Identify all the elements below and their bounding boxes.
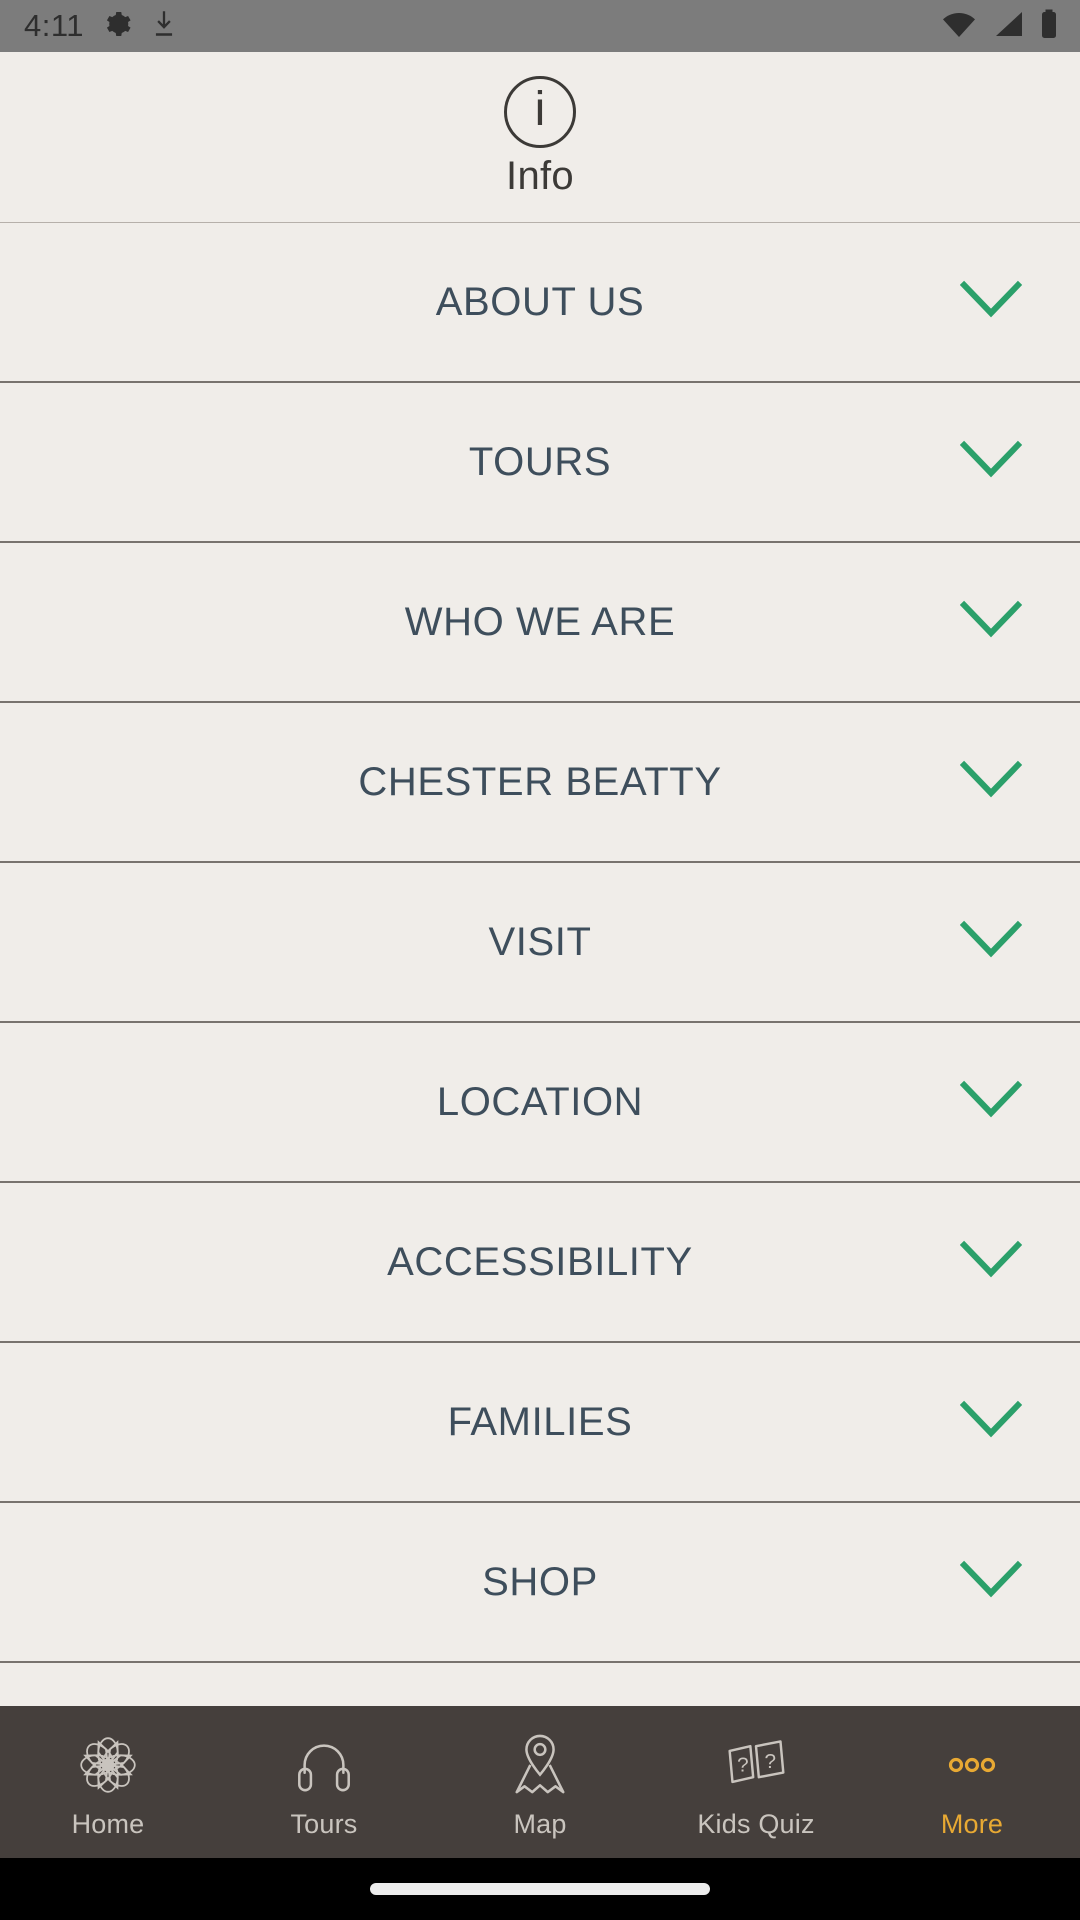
chevron-down-icon[interactable] xyxy=(959,1240,1023,1285)
accordion-row[interactable]: VISIT xyxy=(0,863,1080,1023)
nav-item-label: Tours xyxy=(290,1808,358,1839)
chevron-down-icon[interactable] xyxy=(959,1080,1023,1125)
chevron-down-icon[interactable] xyxy=(959,280,1023,325)
download-icon xyxy=(150,9,178,44)
chevron-down-icon[interactable] xyxy=(959,600,1023,645)
status-bar-right xyxy=(942,9,1058,44)
status-bar-left: 4:11 xyxy=(24,8,178,44)
nav-item-home[interactable]: Home xyxy=(0,1706,216,1858)
accordion-row[interactable]: LOCATION xyxy=(0,1023,1080,1183)
info-accordion-list: ABOUT US TOURS WHO WE ARE CHESTER BEATTY VIS… xyxy=(0,222,1080,1706)
accordion-row[interactable]: TOURS xyxy=(0,383,1080,543)
accordion-row[interactable]: WHO WE ARE xyxy=(0,543,1080,703)
gesture-bar xyxy=(0,1858,1080,1920)
wifi-icon xyxy=(942,10,976,43)
svg-text:?: ? xyxy=(764,1749,776,1772)
nav-item-kids-quiz[interactable]: ?? Kids Quiz xyxy=(648,1706,864,1858)
accordion-row-label: VISIT xyxy=(488,919,592,964)
accordion-row-label: TOURS xyxy=(468,439,612,484)
accordion-row-label: SHOP xyxy=(482,1559,598,1604)
accordion-row-label: ACCESSIBILITY xyxy=(387,1239,693,1284)
page-title: Info xyxy=(506,153,574,198)
svg-text:?: ? xyxy=(737,1753,749,1776)
info-circle-icon: i xyxy=(504,75,576,148)
nav-item-label: Map xyxy=(513,1808,567,1839)
rosette-flower-icon xyxy=(75,1731,141,1799)
accordion-row-label: ABOUT US xyxy=(435,279,645,324)
page-header: i Info xyxy=(0,52,1080,232)
chevron-down-icon[interactable] xyxy=(959,760,1023,805)
accordion-row[interactable]: CHESTER BEATTY xyxy=(0,703,1080,863)
chevron-down-icon[interactable] xyxy=(959,1560,1023,1605)
info-icon-glyph: i xyxy=(534,82,546,136)
chevron-down-icon[interactable] xyxy=(959,1400,1023,1445)
nav-item-label: More xyxy=(940,1808,1004,1839)
accordion-row[interactable]: FAMILIES xyxy=(0,1343,1080,1503)
accordion-row-label: FAMILIES xyxy=(447,1399,633,1444)
nav-item-map[interactable]: Map xyxy=(432,1706,648,1858)
three-dots-icon xyxy=(940,1731,1004,1799)
nav-item-more[interactable]: More xyxy=(864,1706,1080,1858)
nav-item-label: Kids Quiz xyxy=(697,1808,815,1839)
settings-gear-icon xyxy=(102,9,132,44)
headphones-icon xyxy=(293,1731,355,1799)
quiz-cards-icon: ?? xyxy=(724,1731,788,1799)
accordion-row-label: CHESTER BEATTY xyxy=(358,759,722,804)
accordion-row[interactable]: ACCESSIBILITY xyxy=(0,1183,1080,1343)
chevron-down-icon[interactable] xyxy=(959,920,1023,965)
chevron-down-icon[interactable] xyxy=(959,440,1023,485)
nav-item-tours[interactable]: Tours xyxy=(216,1706,432,1858)
home-indicator-pill[interactable] xyxy=(370,1883,710,1895)
battery-icon xyxy=(1040,9,1058,44)
map-pin-icon xyxy=(509,1731,571,1799)
bottom-navigation-bar: Home Tours Map?? Kids Quiz More xyxy=(0,1706,1080,1858)
accordion-row-label: WHO WE ARE xyxy=(404,599,676,644)
status-bar: 4:11 xyxy=(0,0,1080,52)
status-bar-clock: 4:11 xyxy=(24,8,85,43)
nav-item-label: Home xyxy=(71,1808,145,1839)
app-screen: 4:11 i Info ABOUT US TOURS WHO WE ARE CH… xyxy=(0,0,1080,1920)
accordion-row[interactable]: ABOUT US xyxy=(0,223,1080,383)
accordion-row[interactable]: SHOP xyxy=(0,1503,1080,1663)
cellular-signal-icon xyxy=(992,10,1024,43)
accordion-row-label: LOCATION xyxy=(436,1079,644,1124)
